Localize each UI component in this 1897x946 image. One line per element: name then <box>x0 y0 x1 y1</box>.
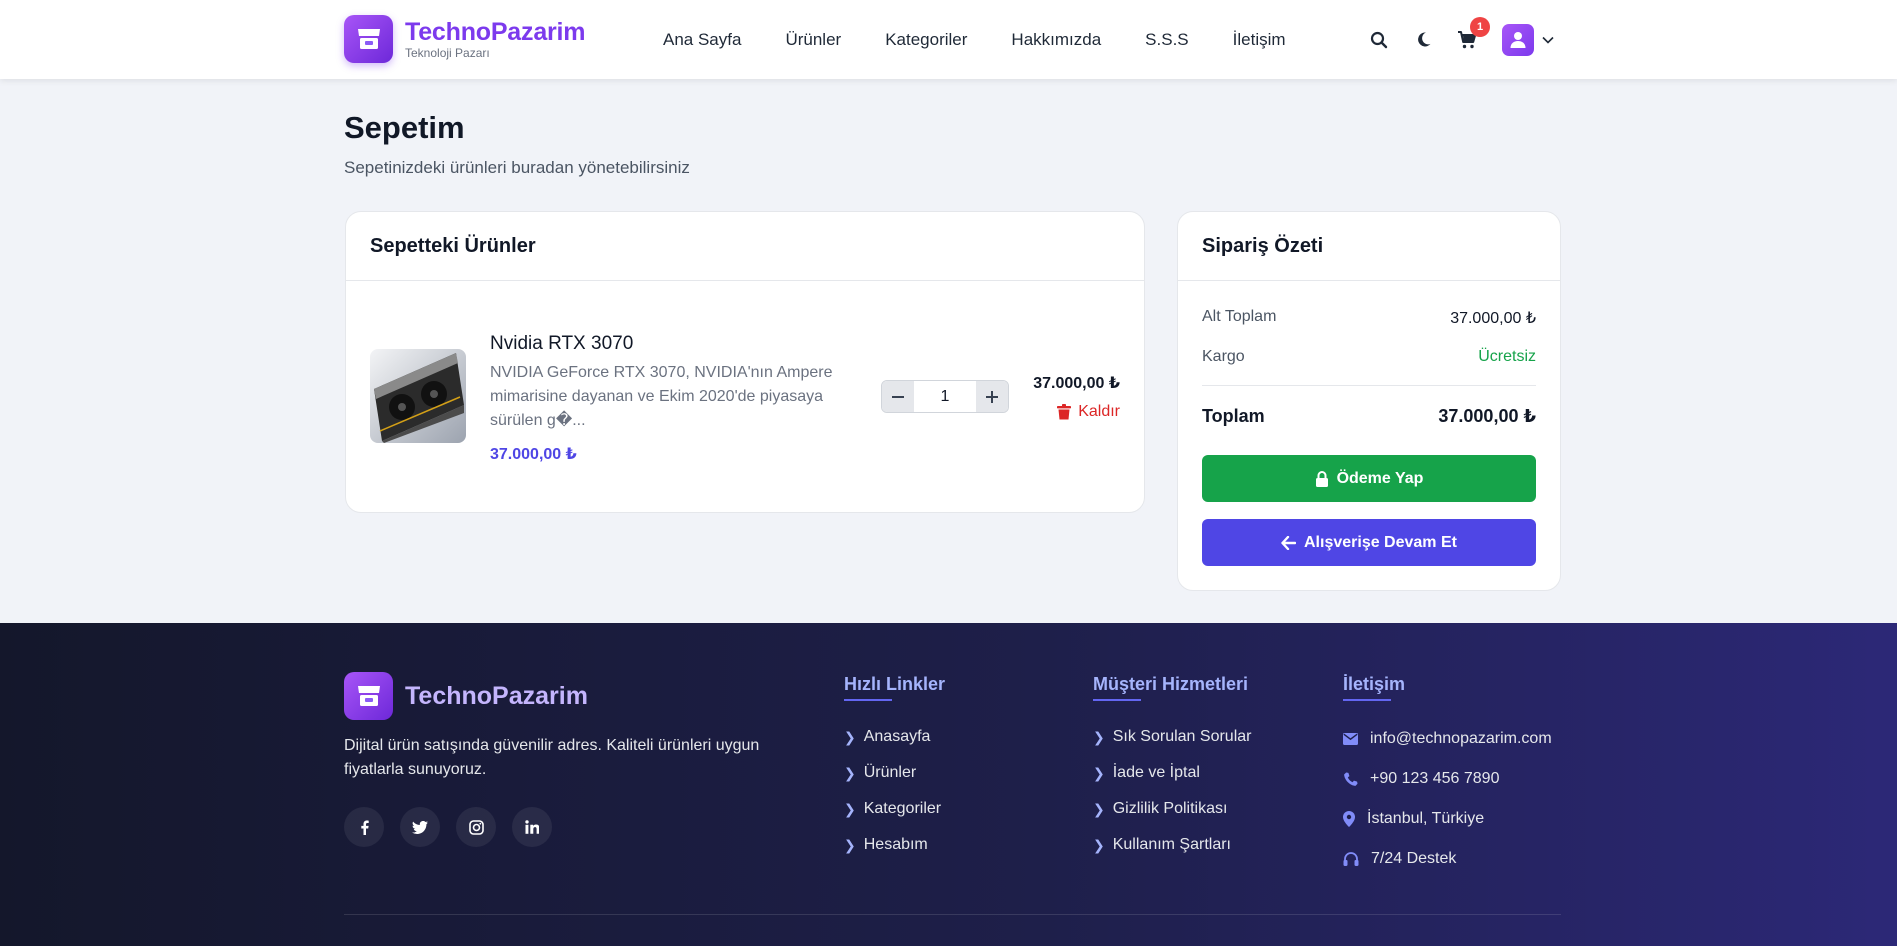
item-line-total: 37.000,00 ₺ <box>1033 375 1120 392</box>
twitter-icon[interactable] <box>400 807 440 847</box>
checkout-button[interactable]: Ödeme Yap <box>1202 455 1536 502</box>
nav-link-about[interactable]: Hakkımızda <box>1011 30 1101 50</box>
chevron-right-icon: ❯ <box>844 800 856 817</box>
contact-heading: İletişim <box>1343 674 1406 701</box>
nav-link-categories[interactable]: Kategoriler <box>885 30 967 50</box>
increase-quantity-button[interactable] <box>976 381 1008 412</box>
trash-icon <box>1057 404 1072 420</box>
plus-icon <box>986 390 998 403</box>
envelope-icon <box>1343 733 1358 745</box>
quick-links-heading: Hızlı Linkler <box>844 674 946 701</box>
footer-brand[interactable]: TechnoPazarim <box>344 672 588 720</box>
phone-icon <box>1344 772 1358 786</box>
lock-icon <box>1315 470 1328 487</box>
linkedin-icon[interactable] <box>512 807 552 847</box>
page-title: Sepetim <box>344 110 465 145</box>
cart-icon[interactable]: 1 <box>1456 16 1490 51</box>
footer: TechnoPazarim Dijital ürün satışında güv… <box>0 623 1897 946</box>
summary-divider <box>1202 385 1536 386</box>
total-label: Toplam <box>1202 406 1265 426</box>
total-row: Toplam 37.000,00 ₺ <box>1202 406 1536 427</box>
customer-service-heading: Müşteri Hizmetleri <box>1093 674 1249 701</box>
subtotal-label: Alt Toplam <box>1202 308 1277 325</box>
chevron-right-icon: ❯ <box>1093 836 1105 853</box>
store-logo-icon <box>344 15 393 63</box>
brand[interactable]: TechnoPazarim Teknoloji Pazarı <box>344 15 586 63</box>
decrease-quantity-button[interactable] <box>882 381 914 412</box>
continue-shopping-button[interactable]: Alışverişe Devam Et <box>1202 519 1536 566</box>
user-avatar-icon <box>1502 23 1534 56</box>
footer-link-privacy[interactable]: ❯ Gizlilik Politikası <box>1093 791 1251 827</box>
quantity-input[interactable] <box>914 381 976 412</box>
chevron-right-icon: ❯ <box>1093 764 1105 781</box>
footer-link-products[interactable]: ❯ Ürünler <box>844 755 945 791</box>
facebook-icon[interactable] <box>344 807 384 847</box>
footer-quick-links: Hızlı Linkler ❯ Anasayfa ❯ Ürünler ❯ Katego… <box>844 674 945 863</box>
navbar: TechnoPazarim Teknoloji Pazarı Ana Sayfa… <box>0 0 1897 79</box>
footer-link-returns[interactable]: ❯ İade ve İptal <box>1093 755 1251 791</box>
main-nav: Ana Sayfa Ürünler Kategoriler Hakkımızda… <box>663 0 1330 79</box>
chevron-right-icon: ❯ <box>844 836 856 853</box>
cart-count-badge: 1 <box>1470 16 1490 37</box>
footer-link-terms[interactable]: ❯ Kullanım Şartları <box>1093 827 1251 863</box>
store-logo-icon <box>344 672 393 720</box>
instagram-icon[interactable] <box>456 807 496 847</box>
search-icon[interactable] <box>1368 29 1390 51</box>
product-unit-price: 37.000,00 ₺ <box>490 446 577 463</box>
shipping-value: Ücretsiz <box>1478 348 1536 365</box>
moon-icon[interactable] <box>1412 29 1434 51</box>
remove-item-button[interactable]: Kaldır <box>1057 403 1120 421</box>
footer-link-faq[interactable]: ❯ Sık Sorulan Sorular <box>1093 719 1251 755</box>
nav-actions: 1 <box>1368 0 1554 79</box>
chevron-down-icon <box>1542 36 1554 44</box>
headset-icon <box>1343 851 1359 866</box>
chevron-right-icon: ❯ <box>1093 728 1105 745</box>
contact-location: İstanbul, Türkiye <box>1343 799 1552 839</box>
footer-description: Dijital ürün satışında güvenilir adres. … <box>344 737 760 778</box>
cart-items-card: Sepetteki Ürünler Nvidia RTX 3070 NVIDIA… <box>345 211 1145 513</box>
subtotal-row: Alt Toplam 37.000,00 ₺ <box>1202 308 1536 328</box>
brand-tagline: Teknoloji Pazarı <box>405 45 490 60</box>
chevron-right-icon: ❯ <box>1093 800 1105 817</box>
shipping-row: Kargo Ücretsiz <box>1202 348 1536 366</box>
footer-link-account[interactable]: ❯ Hesabım <box>844 827 945 863</box>
footer-link-home[interactable]: ❯ Anasayfa <box>844 719 945 755</box>
minus-icon <box>892 395 904 398</box>
checkout-button-label: Ödeme Yap <box>1336 469 1424 487</box>
contact-phone[interactable]: +90 123 456 7890 <box>1343 759 1552 799</box>
footer-link-categories[interactable]: ❯ Kategoriler <box>844 791 945 827</box>
order-summary-heading: Sipariş Özeti <box>1178 212 1560 281</box>
contact-email[interactable]: info@technopazarim.com <box>1343 719 1552 759</box>
cart-items-heading: Sepetteki Ürünler <box>346 212 1144 281</box>
subtotal-value: 37.000,00 ₺ <box>1450 310 1536 327</box>
shipping-label: Kargo <box>1202 348 1245 365</box>
quantity-stepper <box>881 380 1009 413</box>
continue-shopping-label: Alışverişe Devam Et <box>1304 533 1457 551</box>
chevron-right-icon: ❯ <box>844 764 856 781</box>
footer-customer-service: Müşteri Hizmetleri ❯ Sık Sorulan Sorular … <box>1093 674 1251 863</box>
nav-link-faq[interactable]: S.S.S <box>1145 30 1188 50</box>
arrow-left-icon <box>1281 535 1296 550</box>
page-subtitle: Sepetinizdeki ürünleri buradan yönetebil… <box>344 158 690 177</box>
footer-divider <box>344 914 1561 915</box>
order-summary-card: Sipariş Özeti Alt Toplam 37.000,00 ₺ Kar… <box>1177 211 1561 591</box>
map-pin-icon <box>1343 811 1355 827</box>
nav-link-products[interactable]: Ürünler <box>785 30 841 50</box>
social-links <box>344 807 568 847</box>
nav-link-contact[interactable]: İletişim <box>1233 30 1286 50</box>
brand-name: TechnoPazarim <box>405 17 586 46</box>
remove-item-label: Kaldır <box>1078 403 1120 420</box>
footer-contact: İletişim info@technopazarim.com +90 123 … <box>1343 674 1552 879</box>
product-image[interactable] <box>370 349 466 443</box>
contact-support: 7/24 Destek <box>1343 839 1552 879</box>
nav-link-home[interactable]: Ana Sayfa <box>663 30 741 50</box>
chevron-right-icon: ❯ <box>844 728 856 745</box>
user-menu[interactable] <box>1502 23 1554 56</box>
product-name[interactable]: Nvidia RTX 3070 <box>490 333 633 355</box>
product-description: NVIDIA GeForce RTX 3070, NVIDIA'nın Ampe… <box>490 364 833 429</box>
total-value: 37.000,00 ₺ <box>1438 406 1536 426</box>
footer-brand-name: TechnoPazarim <box>405 681 588 710</box>
